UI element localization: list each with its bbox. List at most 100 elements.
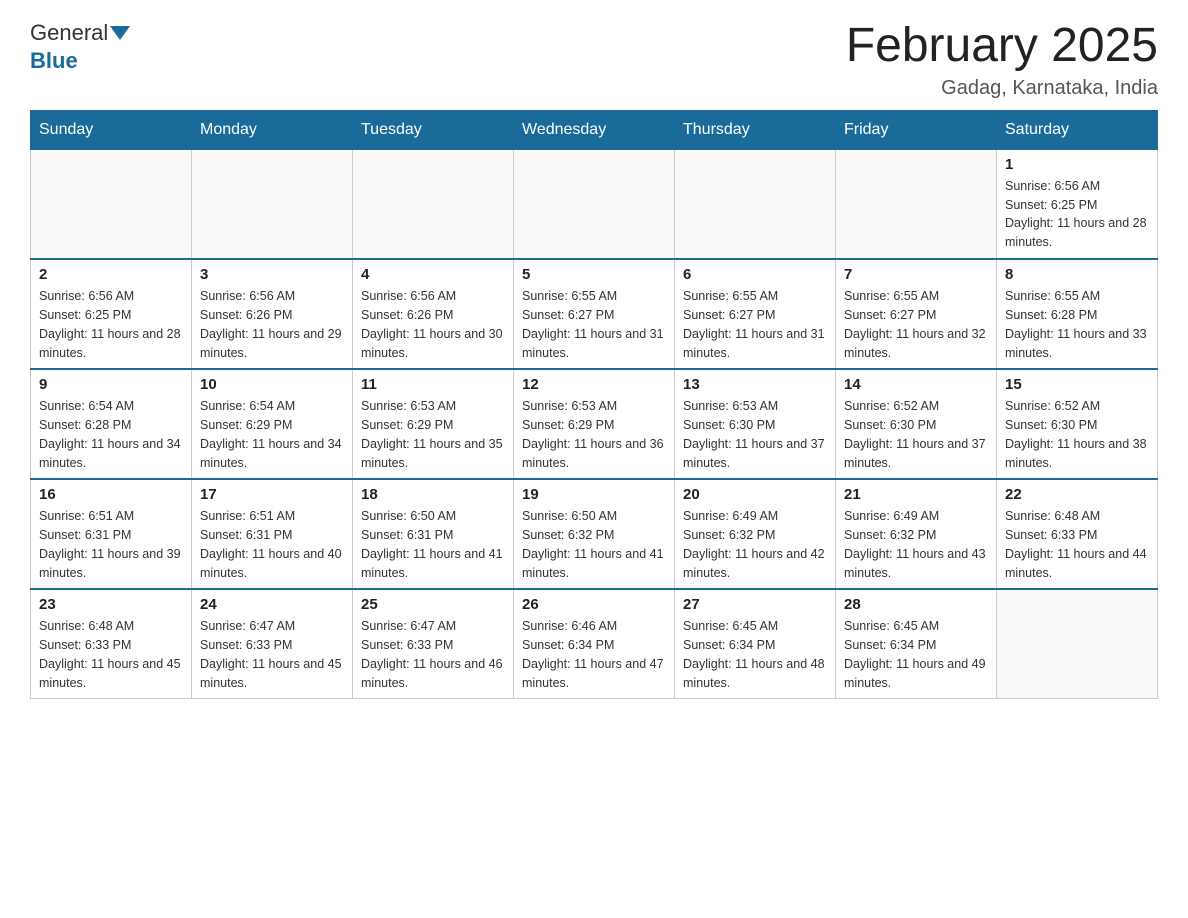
day-info: Sunrise: 6:48 AM Sunset: 6:33 PM Dayligh… — [39, 617, 183, 692]
calendar-cell: 7 Sunrise: 6:55 AM Sunset: 6:27 PM Daylig… — [836, 259, 997, 369]
location-subtitle: Gadag, Karnataka, India — [846, 77, 1158, 100]
calendar-cell — [353, 149, 514, 259]
calendar-cell: 23 Sunrise: 6:48 AM Sunset: 6:33 PM Dayli… — [31, 589, 192, 699]
day-info: Sunrise: 6:45 AM Sunset: 6:34 PM Dayligh… — [683, 617, 827, 692]
day-number: 9 — [39, 376, 183, 393]
day-info: Sunrise: 6:56 AM Sunset: 6:25 PM Dayligh… — [1005, 177, 1149, 252]
calendar-week-row: 23 Sunrise: 6:48 AM Sunset: 6:33 PM Dayli… — [31, 589, 1158, 699]
calendar-cell: 25 Sunrise: 6:47 AM Sunset: 6:33 PM Dayli… — [353, 589, 514, 699]
calendar-cell: 14 Sunrise: 6:52 AM Sunset: 6:30 PM Dayli… — [836, 369, 997, 479]
calendar-cell: 3 Sunrise: 6:56 AM Sunset: 6:26 PM Daylig… — [192, 259, 353, 369]
day-number: 4 — [361, 266, 505, 283]
calendar-table: SundayMondayTuesdayWednesdayThursdayFrid… — [30, 110, 1158, 700]
calendar-cell — [514, 149, 675, 259]
logo: General Blue — [30, 20, 132, 74]
day-info: Sunrise: 6:55 AM Sunset: 6:27 PM Dayligh… — [683, 287, 827, 362]
page-header: General Blue February 2025 Gadag, Karnat… — [30, 20, 1158, 100]
day-number: 13 — [683, 376, 827, 393]
day-info: Sunrise: 6:52 AM Sunset: 6:30 PM Dayligh… — [1005, 397, 1149, 472]
day-number: 2 — [39, 266, 183, 283]
calendar-cell: 26 Sunrise: 6:46 AM Sunset: 6:34 PM Dayli… — [514, 589, 675, 699]
day-info: Sunrise: 6:49 AM Sunset: 6:32 PM Dayligh… — [844, 507, 988, 582]
day-number: 10 — [200, 376, 344, 393]
header-wednesday: Wednesday — [514, 110, 675, 149]
calendar-cell: 24 Sunrise: 6:47 AM Sunset: 6:33 PM Dayli… — [192, 589, 353, 699]
header-monday: Monday — [192, 110, 353, 149]
calendar-cell: 28Sunrise: 6:45 AM Sunset: 6:34 PM Dayli… — [836, 589, 997, 699]
header-tuesday: Tuesday — [353, 110, 514, 149]
day-number: 27 — [683, 596, 827, 613]
day-number: 28 — [844, 596, 988, 613]
day-number: 7 — [844, 266, 988, 283]
calendar-cell — [31, 149, 192, 259]
day-number: 14 — [844, 376, 988, 393]
day-info: Sunrise: 6:52 AM Sunset: 6:30 PM Dayligh… — [844, 397, 988, 472]
header-thursday: Thursday — [675, 110, 836, 149]
day-number: 5 — [522, 266, 666, 283]
calendar-cell: 4 Sunrise: 6:56 AM Sunset: 6:26 PM Daylig… — [353, 259, 514, 369]
day-number: 26 — [522, 596, 666, 613]
day-number: 21 — [844, 486, 988, 503]
day-number: 11 — [361, 376, 505, 393]
calendar-cell — [192, 149, 353, 259]
calendar-cell: 1 Sunrise: 6:56 AM Sunset: 6:25 PM Daylig… — [997, 149, 1158, 259]
day-number: 19 — [522, 486, 666, 503]
day-info: Sunrise: 6:53 AM Sunset: 6:30 PM Dayligh… — [683, 397, 827, 472]
calendar-cell: 18 Sunrise: 6:50 AM Sunset: 6:31 PM Dayli… — [353, 479, 514, 589]
day-number: 6 — [683, 266, 827, 283]
calendar-cell: 12 Sunrise: 6:53 AM Sunset: 6:29 PM Dayli… — [514, 369, 675, 479]
header-sunday: Sunday — [31, 110, 192, 149]
logo-arrow-icon — [110, 26, 130, 40]
calendar-week-row: 16 Sunrise: 6:51 AM Sunset: 6:31 PM Dayli… — [31, 479, 1158, 589]
day-info: Sunrise: 6:55 AM Sunset: 6:28 PM Dayligh… — [1005, 287, 1149, 362]
day-info: Sunrise: 6:53 AM Sunset: 6:29 PM Dayligh… — [522, 397, 666, 472]
day-info: Sunrise: 6:56 AM Sunset: 6:26 PM Dayligh… — [200, 287, 344, 362]
calendar-cell: 8 Sunrise: 6:55 AM Sunset: 6:28 PM Daylig… — [997, 259, 1158, 369]
calendar-cell — [675, 149, 836, 259]
calendar-header-row: SundayMondayTuesdayWednesdayThursdayFrid… — [31, 110, 1158, 149]
day-info: Sunrise: 6:46 AM Sunset: 6:34 PM Dayligh… — [522, 617, 666, 692]
calendar-cell: 20Sunrise: 6:49 AM Sunset: 6:32 PM Dayli… — [675, 479, 836, 589]
calendar-cell: 22Sunrise: 6:48 AM Sunset: 6:33 PM Dayli… — [997, 479, 1158, 589]
calendar-cell: 10 Sunrise: 6:54 AM Sunset: 6:29 PM Dayli… — [192, 369, 353, 479]
day-number: 18 — [361, 486, 505, 503]
calendar-week-row: 1 Sunrise: 6:56 AM Sunset: 6:25 PM Daylig… — [31, 149, 1158, 259]
day-number: 16 — [39, 486, 183, 503]
day-number: 23 — [39, 596, 183, 613]
header-saturday: Saturday — [997, 110, 1158, 149]
day-info: Sunrise: 6:55 AM Sunset: 6:27 PM Dayligh… — [522, 287, 666, 362]
day-info: Sunrise: 6:47 AM Sunset: 6:33 PM Dayligh… — [361, 617, 505, 692]
day-number: 25 — [361, 596, 505, 613]
day-number: 12 — [522, 376, 666, 393]
day-number: 22 — [1005, 486, 1149, 503]
day-number: 8 — [1005, 266, 1149, 283]
calendar-week-row: 2 Sunrise: 6:56 AM Sunset: 6:25 PM Daylig… — [31, 259, 1158, 369]
day-info: Sunrise: 6:53 AM Sunset: 6:29 PM Dayligh… — [361, 397, 505, 472]
calendar-cell: 11 Sunrise: 6:53 AM Sunset: 6:29 PM Dayli… — [353, 369, 514, 479]
calendar-cell: 2 Sunrise: 6:56 AM Sunset: 6:25 PM Daylig… — [31, 259, 192, 369]
header-friday: Friday — [836, 110, 997, 149]
calendar-cell — [836, 149, 997, 259]
calendar-cell: 6 Sunrise: 6:55 AM Sunset: 6:27 PM Daylig… — [675, 259, 836, 369]
day-info: Sunrise: 6:54 AM Sunset: 6:29 PM Dayligh… — [200, 397, 344, 472]
calendar-cell: 15 Sunrise: 6:52 AM Sunset: 6:30 PM Dayli… — [997, 369, 1158, 479]
month-title: February 2025 — [846, 20, 1158, 73]
day-info: Sunrise: 6:51 AM Sunset: 6:31 PM Dayligh… — [39, 507, 183, 582]
day-number: 3 — [200, 266, 344, 283]
day-info: Sunrise: 6:55 AM Sunset: 6:27 PM Dayligh… — [844, 287, 988, 362]
day-info: Sunrise: 6:56 AM Sunset: 6:26 PM Dayligh… — [361, 287, 505, 362]
day-info: Sunrise: 6:50 AM Sunset: 6:31 PM Dayligh… — [361, 507, 505, 582]
calendar-cell: 13 Sunrise: 6:53 AM Sunset: 6:30 PM Dayli… — [675, 369, 836, 479]
calendar-cell: 21 Sunrise: 6:49 AM Sunset: 6:32 PM Dayli… — [836, 479, 997, 589]
day-info: Sunrise: 6:56 AM Sunset: 6:25 PM Dayligh… — [39, 287, 183, 362]
day-number: 1 — [1005, 156, 1149, 173]
calendar-cell: 9Sunrise: 6:54 AM Sunset: 6:28 PM Daylig… — [31, 369, 192, 479]
day-number: 15 — [1005, 376, 1149, 393]
calendar-cell: 27 Sunrise: 6:45 AM Sunset: 6:34 PM Dayli… — [675, 589, 836, 699]
calendar-cell: 16 Sunrise: 6:51 AM Sunset: 6:31 PM Dayli… — [31, 479, 192, 589]
day-number: 24 — [200, 596, 344, 613]
day-number: 20 — [683, 486, 827, 503]
title-section: February 2025 Gadag, Karnataka, India — [846, 20, 1158, 100]
day-info: Sunrise: 6:50 AM Sunset: 6:32 PM Dayligh… — [522, 507, 666, 582]
day-info: Sunrise: 6:47 AM Sunset: 6:33 PM Dayligh… — [200, 617, 344, 692]
